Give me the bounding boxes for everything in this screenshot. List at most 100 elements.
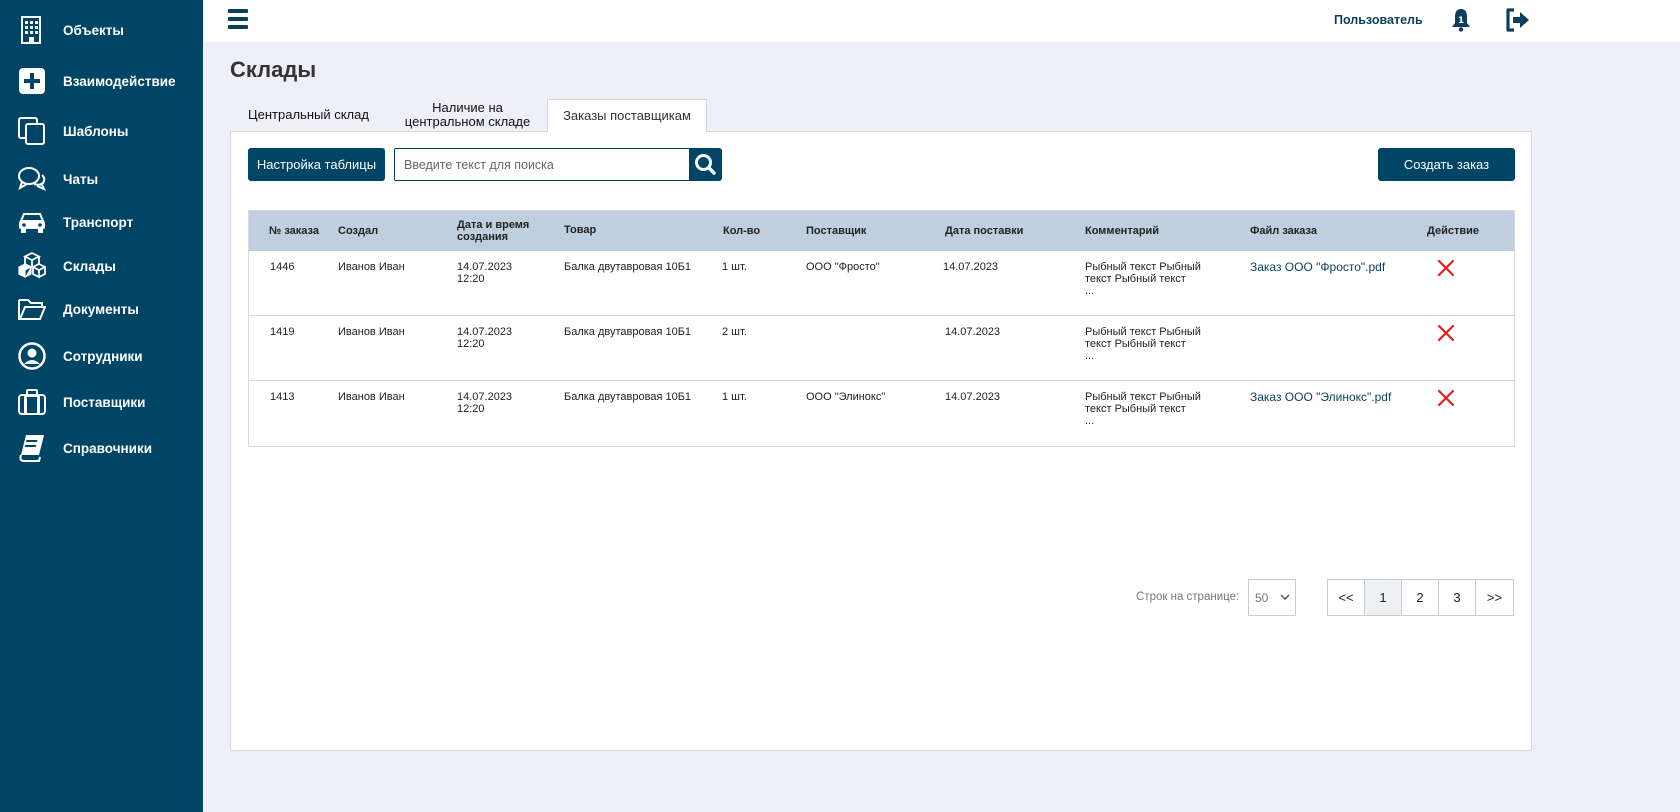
table-header: № заказа Создал Дата и время создания То… xyxy=(249,211,1514,251)
order-file-link[interactable]: Заказ ООО "Элинокс".pdf xyxy=(1250,390,1391,404)
table-row[interactable]: 1419 Иванов Иван 14.07.2023 12:20 Балка д… xyxy=(249,316,1514,381)
sidebar-item-label: Чаты xyxy=(63,171,99,187)
product: Балка двутавровая 10Б1 xyxy=(564,261,692,273)
comment: Рыбный текст Рыбный текст Рыбный текст... xyxy=(1085,261,1201,298)
page-button-2[interactable]: 2 xyxy=(1402,580,1439,615)
tab-central-warehouse[interactable]: Центральный склад xyxy=(243,99,374,131)
search-input[interactable] xyxy=(395,149,711,180)
svg-text:1: 1 xyxy=(1458,16,1464,26)
column-header[interactable]: Товар xyxy=(564,224,596,236)
creator: Иванов Иван xyxy=(338,391,405,403)
column-header[interactable]: Создал xyxy=(338,225,378,237)
create-order-button[interactable]: Создать заказ xyxy=(1378,148,1515,181)
table-settings-button[interactable]: Настройка таблицы xyxy=(248,148,385,181)
table-row[interactable]: 1413 Иванов Иван 14.07.2023 12:20 Балка д… xyxy=(249,381,1514,446)
column-header[interactable]: № заказа xyxy=(269,225,319,237)
folder-icon xyxy=(18,299,46,320)
rows-per-page-select[interactable]: 50 xyxy=(1248,579,1296,616)
supplier: ООО "Фросто" xyxy=(806,261,880,273)
delete-icon[interactable] xyxy=(1437,259,1455,277)
sidebar-item-label: Объекты xyxy=(63,22,124,38)
creator: Иванов Иван xyxy=(338,261,405,273)
boxes-icon xyxy=(18,252,46,279)
sidebar-item-warehouses[interactable]: Склады xyxy=(0,246,203,286)
product: Балка двутавровая 10Б1 xyxy=(564,391,692,403)
sidebar: Объекты Взаимодействие Шаблоны Чаты Тран… xyxy=(0,0,203,812)
search-box xyxy=(394,148,715,181)
column-header[interactable]: Кол-во xyxy=(723,225,760,237)
orders-panel: Настройка таблицы Создать заказ № заказа… xyxy=(230,131,1532,751)
column-header: Действие xyxy=(1427,225,1479,237)
sidebar-item-label: Шаблоны xyxy=(63,123,129,139)
plus-square-icon xyxy=(19,68,45,94)
product: Балка двутавровая 10Б1 xyxy=(564,326,692,338)
supplier: ООО "Элинокс" xyxy=(806,391,886,403)
delete-icon[interactable] xyxy=(1437,389,1455,407)
book-icon xyxy=(19,435,44,462)
user-menu[interactable]: Пользователь xyxy=(1334,13,1423,27)
tab-supplier-orders[interactable]: Заказы поставщикам xyxy=(547,99,707,132)
page-last-button[interactable]: >> xyxy=(1476,580,1513,615)
orders-table: № заказа Создал Дата и время создания То… xyxy=(248,210,1515,447)
page-button-1[interactable]: 1 xyxy=(1365,580,1402,615)
delivery-date: 14.07.2023 xyxy=(945,391,1001,403)
sidebar-item-chats[interactable]: Чаты xyxy=(0,159,203,199)
created-datetime: 14.07.2023 12:20 xyxy=(457,326,513,351)
sidebar-item-label: Склады xyxy=(63,258,116,274)
sidebar-item-employees[interactable]: Сотрудники xyxy=(0,336,203,376)
tab-central-stock[interactable]: Наличие на центральном складе xyxy=(385,99,550,131)
menu-icon[interactable] xyxy=(228,9,248,31)
sidebar-item-documents[interactable]: Документы xyxy=(0,289,203,329)
sidebar-item-label: Взаимодействие xyxy=(63,73,176,89)
sidebar-item-objects[interactable]: Объекты xyxy=(0,10,203,50)
sidebar-item-references[interactable]: Справочники xyxy=(0,428,203,468)
sidebar-item-label: Справочники xyxy=(63,440,153,456)
sidebar-item-templates[interactable]: Шаблоны xyxy=(0,111,203,151)
sidebar-item-label: Транспорт xyxy=(63,214,134,230)
logout-icon[interactable] xyxy=(1505,8,1531,32)
quantity: 1 шт. xyxy=(722,391,747,403)
column-header[interactable]: Поставщик xyxy=(806,225,866,237)
sidebar-item-transport[interactable]: Транспорт xyxy=(0,202,203,242)
creator: Иванов Иван xyxy=(338,326,405,338)
order-id: 1413 xyxy=(270,391,295,403)
order-id: 1419 xyxy=(270,326,295,338)
delivery-date: 14.07.2023 xyxy=(945,326,1001,338)
rows-per-page-value: 50 xyxy=(1255,591,1269,605)
copy-icon xyxy=(18,117,45,145)
top-bar: Пользователь 1 xyxy=(203,0,1680,42)
chevron-down-icon xyxy=(1280,594,1290,601)
column-header[interactable]: Комментарий xyxy=(1085,225,1159,237)
quantity: 1 шт. xyxy=(722,261,747,273)
table-row[interactable]: 1446 Иванов Иван 14.07.2023 12:20 Балка д… xyxy=(249,251,1514,316)
briefcase-icon xyxy=(18,389,46,415)
delivery-date: 14.07.2023 xyxy=(943,261,999,273)
order-id: 1446 xyxy=(270,261,295,273)
rows-per-page-label: Строк на странице: xyxy=(1136,591,1240,603)
pagination: << 1 2 3 >> xyxy=(1327,579,1514,616)
page-title: Склады xyxy=(230,57,317,82)
sidebar-item-label: Документы xyxy=(63,301,139,317)
column-header[interactable]: Дата поставки xyxy=(945,225,1023,237)
building-icon xyxy=(21,16,41,44)
created-datetime: 14.07.2023 12:20 xyxy=(457,391,513,416)
sidebar-item-suppliers[interactable]: Поставщики xyxy=(0,382,203,422)
chat-icon xyxy=(18,167,46,191)
page-button-3[interactable]: 3 xyxy=(1439,580,1476,615)
comment: Рыбный текст Рыбный текст Рыбный текст... xyxy=(1085,326,1201,363)
column-header[interactable]: Дата и время создания xyxy=(457,219,537,243)
search-icon xyxy=(695,154,716,175)
car-icon xyxy=(19,213,45,233)
comment: Рыбный текст Рыбный текст Рыбный текст... xyxy=(1085,391,1201,428)
bell-icon[interactable]: 1 xyxy=(1451,8,1471,32)
page-first-button[interactable]: << xyxy=(1328,580,1365,615)
sidebar-item-interaction[interactable]: Взаимодействие xyxy=(0,61,203,101)
search-button[interactable] xyxy=(689,148,722,181)
user-circle-icon xyxy=(18,342,46,370)
sidebar-item-label: Сотрудники xyxy=(63,348,143,364)
created-datetime: 14.07.2023 12:20 xyxy=(457,261,513,286)
sidebar-item-label: Поставщики xyxy=(63,394,146,410)
delete-icon[interactable] xyxy=(1437,324,1455,342)
order-file-link[interactable]: Заказ ООО "Фросто".pdf xyxy=(1250,260,1385,274)
column-header[interactable]: Файл заказа xyxy=(1250,225,1317,237)
